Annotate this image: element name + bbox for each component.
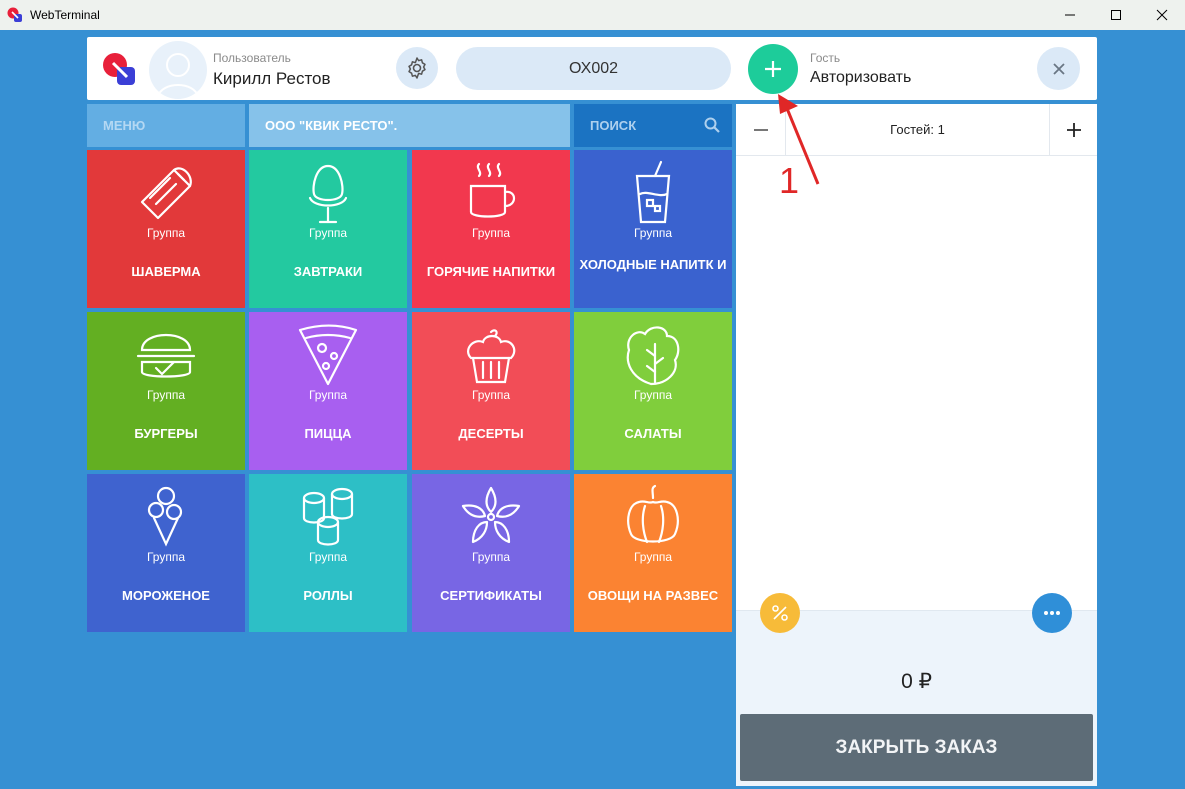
minus-icon [753,129,768,131]
close-icon [1052,62,1065,75]
discount-button[interactable] [760,593,800,633]
tile-group-label: Группа [633,550,673,564]
tile-certificates[interactable]: Группа СЕРТИФИКАТЫ [412,474,570,632]
tile-breakfast[interactable]: Группа ЗАВТРАКИ [249,150,407,308]
cupcake-icon [467,329,516,384]
shawarma-icon [140,167,192,220]
tile-group-label: Группа [633,226,673,240]
rolls-icon [302,487,354,546]
tile-group-label: Группа [471,226,511,240]
order-footer: 0 ₽ ЗАКРЫТЬ ЗАКАЗ [736,593,1097,786]
pizza-icon [298,324,358,386]
tile-vegetables[interactable]: Группа ОВОЩИ НА РАЗВЕС [574,474,732,632]
tile-group-label: Группа [308,550,348,564]
app-logo-icon [7,7,22,22]
search-button[interactable]: ПОИСК [574,104,732,147]
tile-group-label: Группа [471,550,511,564]
tile-pizza[interactable]: Группа ПИЦЦА [249,312,407,470]
settings-button[interactable] [396,47,438,89]
increase-guests-button[interactable] [1049,104,1097,156]
tile-name: ЗАВТРАКИ [293,264,363,279]
tile-group-label: Группа [471,388,511,402]
tile-name: СЕРТИФИКАТЫ [440,588,542,603]
tile-name: ПИЦЦА [304,426,352,441]
order-panel: Гостей: 1 0 ₽ ЗАКРЫТЬ ЗАКАЗ [736,104,1097,786]
tile-name: ХОЛОДНЫЕ НАПИТК И [579,257,727,272]
tile-burgers[interactable]: Группа БУРГЕРЫ [87,312,245,470]
search-label: ПОИСК [590,118,637,133]
tile-rolls[interactable]: Группа РОЛЛЫ [249,474,407,632]
tile-name: МОРОЖЕНОЕ [122,588,210,603]
close-order-button[interactable]: ЗАКРЫТЬ ЗАКАЗ [740,714,1093,781]
user-avatar-icon [157,53,199,98]
breadcrumb-organization[interactable]: ООО "КВИК РЕСТО". [249,104,570,147]
tile-group-label: Группа [146,226,186,240]
annotation-label: 1 [779,160,800,201]
percent-icon [772,605,788,621]
more-dots-icon [1044,611,1060,615]
tile-group-label: Группа [146,550,186,564]
tile-group-label: Группа [146,388,186,402]
tile-name: ОВОЩИ НА РАЗВЕС [587,588,719,603]
coffee-cup-icon [469,162,516,218]
pepper-icon [627,484,679,544]
more-options-button[interactable] [1032,593,1072,633]
window-titlebar: WebTerminal [0,0,1185,30]
tile-hot-drinks[interactable]: Группа ГОРЯЧИЕ НАПИТКИ [412,150,570,308]
tile-shawarma[interactable]: Группа ШАВЕРМА [87,150,245,308]
maximize-icon [1111,10,1121,20]
ice-cream-icon [147,486,183,547]
search-icon [704,117,720,133]
table-selector[interactable]: ОХ002 [456,47,731,90]
header-close-button[interactable] [1037,47,1080,90]
user-avatar [149,41,207,99]
guest-authorize-link[interactable]: Авторизовать [810,69,911,87]
add-guest-button[interactable] [748,44,798,94]
burger-icon [136,333,196,378]
tile-name: ШАВЕРМА [131,264,201,279]
lettuce-icon [626,326,680,386]
plus-icon [765,61,781,77]
tile-group-label: Группа [308,388,348,402]
top-header: Пользователь Кирилл Рестов ОХ002 Гость А… [87,37,1097,100]
window-close-icon [1156,9,1168,21]
cold-drink-icon [635,160,671,224]
minimize-icon [1065,14,1075,16]
window-title: WebTerminal [30,8,100,22]
guest-caption: Гость [810,51,841,65]
gear-icon [408,57,426,79]
plus-icon [1066,123,1081,137]
brand-logo-icon [103,53,135,85]
menu-tab[interactable]: МЕНЮ [87,104,245,147]
tile-name: ГОРЯЧИЕ НАПИТКИ [426,264,556,279]
minimize-button[interactable] [1047,0,1093,30]
user-caption: Пользователь [213,51,291,65]
tile-salads[interactable]: Группа САЛАТЫ [574,312,732,470]
tile-desserts[interactable]: Группа ДЕСЕРТЫ [412,312,570,470]
window-close-button[interactable] [1139,0,1185,30]
maximize-button[interactable] [1093,0,1139,30]
user-name: Кирилл Рестов [213,69,331,88]
tile-cold-drinks[interactable]: Группа ХОЛОДНЫЕ НАПИТК И [574,150,732,308]
flower-icon [461,486,521,544]
tile-ice-cream[interactable]: Группа МОРОЖЕНОЕ [87,474,245,632]
tile-name: БУРГЕРЫ [134,426,198,441]
order-total: 0 ₽ [901,670,932,693]
tile-name: ДЕСЕРТЫ [458,426,524,441]
tile-name: РОЛЛЫ [303,588,353,603]
tile-group-label: Группа [633,388,673,402]
tile-group-label: Группа [308,226,348,240]
egg-icon [308,164,348,224]
tile-name: САЛАТЫ [624,426,682,441]
